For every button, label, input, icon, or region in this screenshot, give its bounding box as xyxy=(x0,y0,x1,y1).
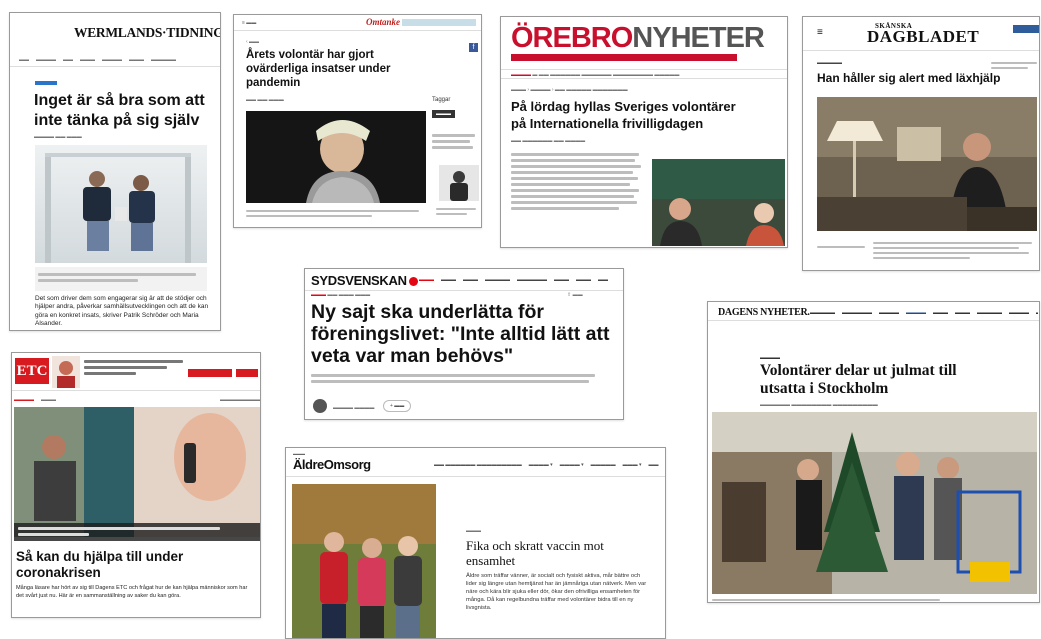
omtanke-logo: Omtanke xyxy=(366,17,401,27)
ad-button[interactable] xyxy=(188,369,232,377)
author-avatar xyxy=(313,399,327,413)
article-headline: Årets volontär har gjort ovärderliga ins… xyxy=(246,49,391,89)
article-headline: På lördag hyllas Sveriges volontärer på … xyxy=(511,99,736,131)
site-header: ≡ ▬▬ Omtanke xyxy=(234,15,481,31)
dn-nav[interactable]: ▬▬▬▬▬▬▬▬▬▬▬▬▬▬▬▬▬▬▬▬▬▬▬▬▬▬▬▬▬▬▬▬▬▬▬▬▬▬▬≡ xyxy=(810,310,1038,316)
follow-button[interactable]: + ▬▬ xyxy=(383,400,412,412)
ad-text xyxy=(84,357,188,378)
tag-chip[interactable]: ▬▬▬ xyxy=(432,110,455,118)
kicker-tag xyxy=(35,81,57,85)
author-name[interactable]: ▬▬▬▬ ▬▬▬▬ xyxy=(333,405,374,412)
photo-caption xyxy=(246,207,426,220)
article-lead xyxy=(311,371,601,386)
menu-icon[interactable]: ≡ ▬▬ xyxy=(242,20,256,26)
skanska-logo: DAGBLADET xyxy=(867,27,980,46)
logo-dot-icon xyxy=(408,277,418,286)
tags-heading: Taggar xyxy=(432,97,451,103)
article-headline: Han håller sig alert med läxhjälp xyxy=(817,71,1001,85)
aldreomsorg-nav[interactable]: ▬▬ ▬▬▬▬▬▬ ▬▬▬▬▬▬▬▬▬ ▬▬▬▬ ▾ ▬▬▬▬ ▾ ▬▬▬▬▬ ▬▬▬ … xyxy=(434,462,664,468)
ad-photo xyxy=(52,356,80,388)
sydsvenskan-logo: SYDSVENSKAN xyxy=(311,273,418,288)
article-photo xyxy=(817,97,1037,231)
article-photo xyxy=(14,407,260,537)
divider xyxy=(708,320,1039,321)
divider xyxy=(305,290,623,291)
publish-date: ▬▬ ▬▬ ▬▬▬ xyxy=(246,97,284,103)
orebronyheter-logo: ÖREBRONYHETER xyxy=(511,22,765,54)
photo-caption xyxy=(873,239,1035,262)
related-caption xyxy=(436,205,480,218)
article-clip-orebronyheter: ÖREBRONYHETER ▬▬▬▬ ▬ ▬▬ ▬▬▬▬▬▬ ▬▬▬▬▬▬ ▬▬… xyxy=(500,16,788,248)
sydsvenskan-nav[interactable]: ▬▬▬ ▬▬▬ ▬▬▬ ▬▬▬▬▬ ▬▬▬▬▬▬ ▬▬▬ ▬▬▬ ▬▬ xyxy=(419,277,623,283)
article-photo xyxy=(35,145,207,263)
article-photo xyxy=(712,412,1037,594)
section-label: ▬▬▬▬▬ xyxy=(817,60,842,66)
article-clip-omtanke: ≡ ▬▬ Omtanke ‹ ▬▬ f Årets volontär har g… xyxy=(233,14,482,228)
dn-logo: DAGENS NYHETER. xyxy=(718,307,810,318)
logo-prefix: ▬▬▬ xyxy=(293,451,305,456)
article-meta: ▬▬▬ ▬▬ ▬▬▬ ▬▬▬ xyxy=(311,292,371,298)
header-banner xyxy=(402,19,476,26)
top-banner-ad[interactable]: ETC xyxy=(12,353,260,391)
article-headline: Fika och skratt vaccin mot ensamhet xyxy=(466,538,604,569)
article-clip-aldreomsorg: ▬▬▬ ÄldreOmsorg ▬▬ ▬▬▬▬▬▬ ▬▬▬▬▬▬▬▬▬ ▬▬▬▬ … xyxy=(285,447,666,639)
share-button[interactable]: ⇧ ▬▬ xyxy=(567,292,583,299)
breadcrumb: ▬▬▬ › ▬▬▬▬ › ▬▬ ▬▬▬▬▬ ▬▬▬▬▬▬▬ xyxy=(511,87,628,93)
article-lead: Det som driver dem som engagerar sig är … xyxy=(35,295,209,328)
logo-tagline-bar xyxy=(511,54,737,61)
divider xyxy=(286,476,665,477)
article-photo xyxy=(652,159,785,246)
article-headline: Volontärer delar ut julmat till utsatta … xyxy=(760,362,957,397)
article-clip-etc: ETC ▬▬▬▬ ▬▬▬ ▬▬▬▬▬▬▬▬ Så kan du hjälpa til… xyxy=(11,352,261,618)
aldreomsorg-logo: ÄldreOmsorg xyxy=(293,457,371,472)
article-clip-wermlands-tidningen: WERMLANDS·TIDNINGEN ▬▬▬▬▬▬▬▬▬▬▬▬▬▬▬▬▬▬▬▬… xyxy=(9,12,221,331)
article-headline: Inget är så bra som att inte tänka på si… xyxy=(34,92,205,129)
photo-caption xyxy=(35,267,207,291)
wermlands-logo: WERMLANDS·TIDNINGEN xyxy=(74,25,220,40)
byline: ▬▬▬▬ ▬▬ ▬▬▬ xyxy=(34,134,82,140)
related-photo xyxy=(439,165,479,201)
photo-caption xyxy=(712,596,1037,602)
news-ticker: ▬▬▬▬ ▬ ▬▬ ▬▬▬▬▬▬ ▬▬▬▬▬▬ ▬▬▬▬▬▬▬▬ ▬▬▬▬▬ xyxy=(501,69,787,79)
article-photo xyxy=(292,484,436,638)
related-links[interactable] xyxy=(432,131,480,152)
article-photo xyxy=(246,111,426,203)
article-clip-dagens-nyheter: DAGENS NYHETER. ▬▬▬▬▬ ▬▬▬▬▬▬ ▬▬▬▬ ▬▬▬▬ ▬▬▬ ▬▬… xyxy=(707,301,1040,603)
menu-icon[interactable]: ≡ xyxy=(817,27,823,38)
section-label: ▬▬▬ xyxy=(466,528,481,534)
article-body xyxy=(511,150,646,213)
wermlands-nav: ▬▬ ▬▬▬▬ ▬▬ ▬▬▬ ▬▬▬▬ ▬▬▬ ▬▬▬▬▬ xyxy=(19,57,176,63)
article-clip-skanska-dagbladet: ≡ SKÅNSKA DAGBLADET ▬▬▬▬▬ Han håller sig… xyxy=(802,16,1040,271)
byline: ▬▬▬▬▬▬ ▬▬▬▬▬▬▬▬ ▬▬▬▬▬▬▬▬▬ xyxy=(760,402,878,408)
photo-credit xyxy=(817,243,865,251)
facebook-share-icon[interactable]: f xyxy=(469,43,478,52)
photo-caption xyxy=(14,523,260,541)
article-clip-sydsvenskan: SYDSVENSKAN ▬▬▬ ▬▬▬ ▬▬▬ ▬▬▬▬▬ ▬▬▬▬▬▬ ▬▬▬ ▬▬▬ ▬▬… xyxy=(304,268,624,420)
breadcrumb: ‹ ▬▬ xyxy=(246,39,260,45)
divider xyxy=(803,50,1039,51)
subscribe-button[interactable] xyxy=(1013,25,1039,33)
section-label: ▬▬▬▬ xyxy=(760,355,780,361)
etc-nav[interactable]: ▬▬▬▬ ▬▬▬ ▬▬▬▬▬▬▬▬ xyxy=(14,397,260,403)
article-headline: Ny sajt ska underlätta för föreningslive… xyxy=(311,301,610,368)
etc-logo: ETC xyxy=(15,358,49,384)
ad-button-secondary[interactable] xyxy=(236,369,258,377)
divider xyxy=(10,66,220,67)
article-lead: Äldre som träffar vänner, är socialt och… xyxy=(466,573,647,611)
article-headline: Så kan du hjälpa till under coronakrisen xyxy=(16,549,184,581)
article-lead: Många läsare har hört av sig till Dagens… xyxy=(16,585,248,599)
byline: ▬▬ ▬▬▬▬▬▬ ▬▬ ▬▬▬▬ xyxy=(511,138,586,144)
